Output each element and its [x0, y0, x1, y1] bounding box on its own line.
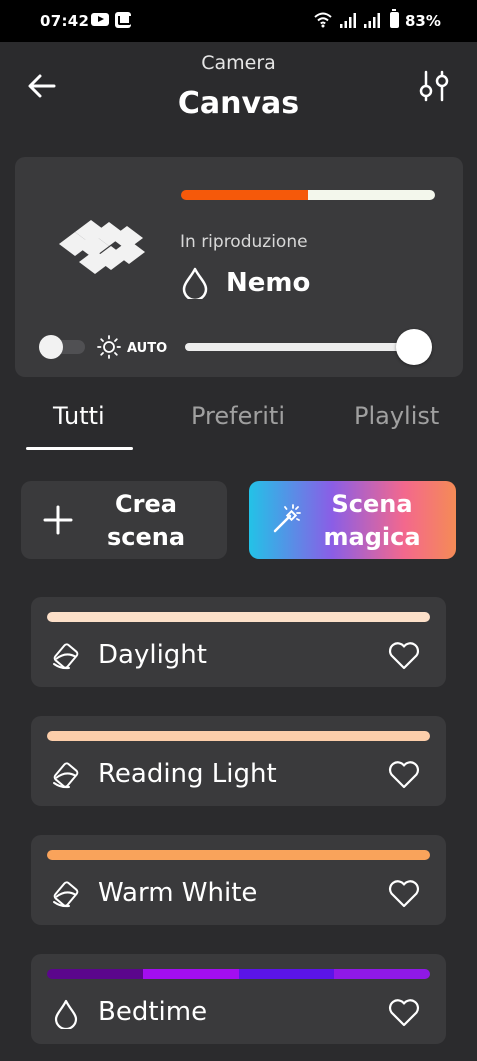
favorite-heart-icon[interactable]	[387, 641, 421, 671]
brightness-slider-thumb[interactable]	[396, 329, 432, 365]
current-scene-palette	[181, 190, 435, 200]
scene-color-bar	[47, 850, 430, 860]
scene-name: Reading Light	[98, 759, 277, 789]
create-scene-label-line1: Crea	[115, 490, 177, 518]
wifi-icon	[314, 12, 332, 28]
signal-icon	[364, 13, 380, 28]
current-scene-name: Nemo	[226, 268, 311, 298]
scene-tabs: Tutti Preferiti Playlist	[0, 395, 477, 450]
plus-icon	[43, 505, 73, 535]
scene-card[interactable]: Reading Light	[31, 716, 446, 806]
canvas-device-image	[59, 220, 145, 274]
brightness-slider[interactable]	[185, 329, 432, 365]
scene-card[interactable]: Bedtime	[31, 954, 446, 1044]
scene-color-bar	[47, 969, 430, 979]
status-bar: 07:42 83%	[0, 0, 477, 42]
battery-icon	[390, 9, 399, 28]
page-title: Canvas	[177, 86, 300, 121]
magic-scene-label-line1: Scena	[331, 490, 413, 518]
scene-card[interactable]: Daylight	[31, 597, 446, 687]
create-scene-label: Crea scena	[81, 488, 211, 554]
create-scene-button[interactable]: Crea scena	[21, 481, 227, 559]
drop-icon	[182, 267, 208, 299]
now-playing-card[interactable]: In riproduzione Nemo AUTO	[15, 157, 463, 377]
signal-icon	[340, 13, 356, 28]
scene-name: Warm White	[98, 878, 258, 908]
scene-color-bar	[47, 731, 430, 741]
brightness-slider-track	[185, 343, 430, 351]
favorite-heart-icon[interactable]	[387, 879, 421, 909]
scene-name: Bedtime	[98, 997, 208, 1027]
favorite-heart-icon[interactable]	[387, 998, 421, 1028]
tab-tutti[interactable]: Tutti	[53, 402, 105, 430]
settings-sliders-icon[interactable]	[416, 68, 452, 104]
tab-playlist[interactable]: Playlist	[354, 402, 439, 430]
favorite-heart-icon[interactable]	[387, 760, 421, 790]
magic-scene-button[interactable]: Scena magica	[249, 481, 456, 559]
battery-percent: 83%	[405, 12, 441, 30]
youtube-notification-icon	[91, 13, 109, 26]
room-name: Camera	[201, 52, 276, 74]
color-palette-icon	[51, 761, 81, 791]
magic-wand-icon	[273, 504, 301, 533]
active-tab-indicator	[26, 447, 133, 450]
app-notification-icon	[115, 12, 131, 28]
drop-icon	[51, 999, 81, 1031]
tab-preferiti[interactable]: Preferiti	[191, 402, 285, 430]
magic-scene-label: Scena magica	[307, 488, 437, 554]
color-palette-icon	[51, 880, 81, 910]
scene-name: Daylight	[98, 640, 207, 670]
power-toggle[interactable]	[39, 335, 85, 359]
header: Camera Canvas	[0, 42, 477, 142]
magic-scene-label-line2: magica	[323, 523, 421, 551]
now-playing-label: In riproduzione	[180, 232, 308, 252]
auto-brightness-label[interactable]: AUTO	[127, 341, 167, 356]
status-time: 07:42	[40, 12, 90, 30]
color-palette-icon	[51, 642, 81, 672]
brightness-sun-icon	[97, 335, 121, 359]
create-scene-label-line2: scena	[106, 523, 186, 551]
scene-card[interactable]: Warm White	[31, 835, 446, 925]
scene-color-bar	[47, 612, 430, 622]
